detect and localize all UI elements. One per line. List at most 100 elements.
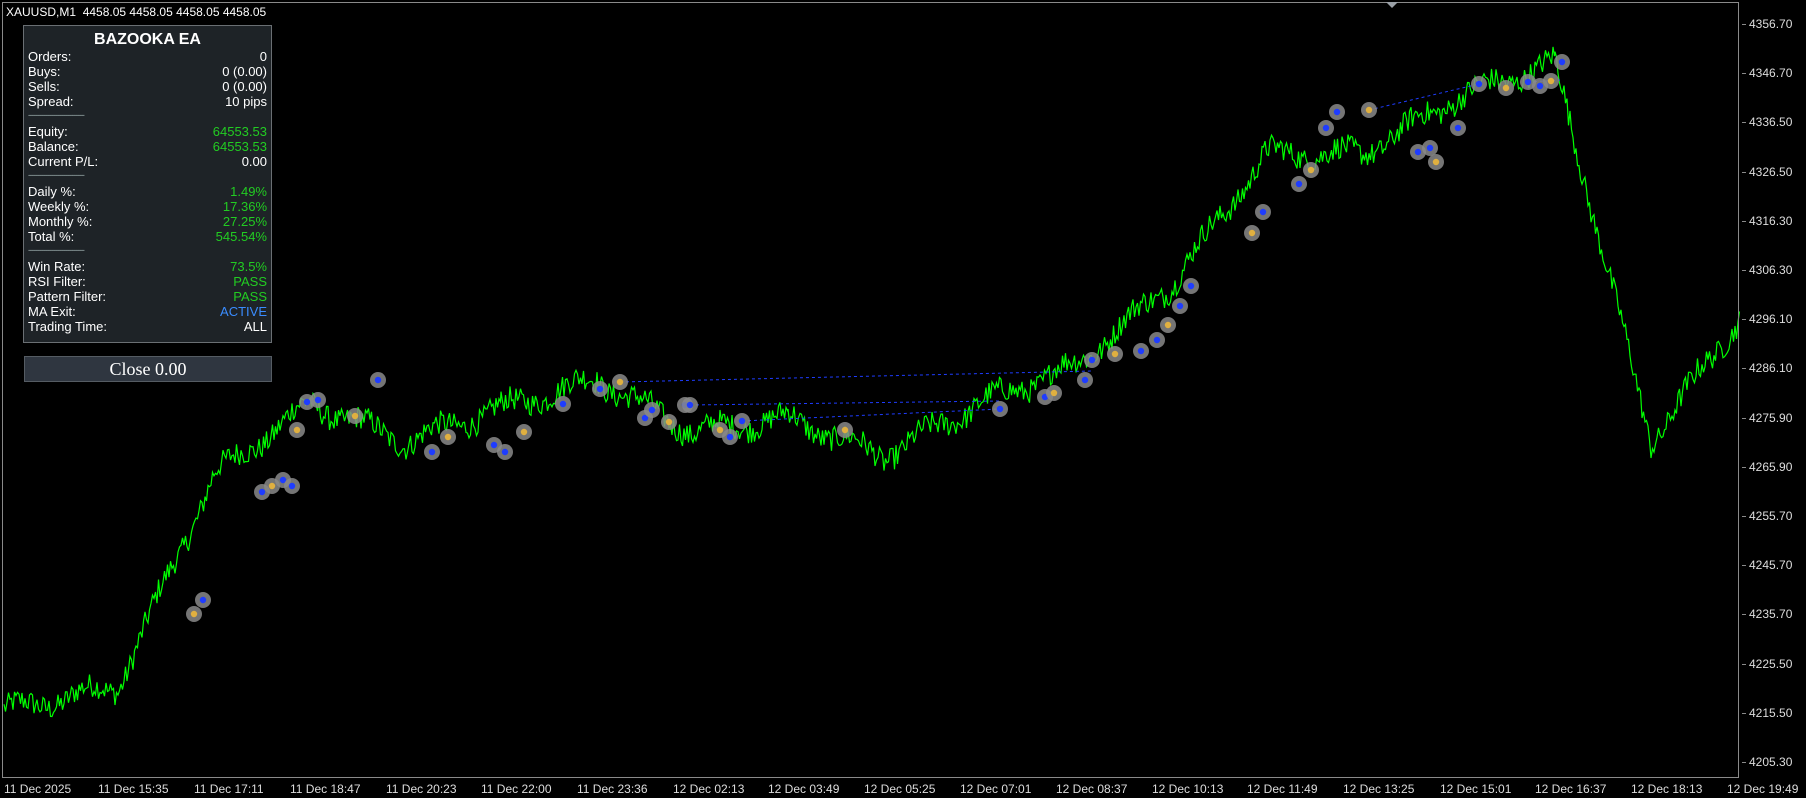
ohlc-values: 4458.05 4458.05 4458.05 4458.05 (82, 5, 267, 19)
trade-marker-icon[interactable] (195, 592, 211, 608)
trade-marker-icon[interactable] (1172, 298, 1188, 314)
trade-marker-icon[interactable] (1318, 120, 1334, 136)
chart-shift-marker[interactable] (1386, 2, 1398, 8)
price-tick-label: 4245.70 (1741, 558, 1793, 573)
time-tick-label: 11 Dec 23:36 (577, 782, 648, 796)
trade-marker-icon[interactable] (1133, 343, 1149, 359)
ea-row-label: MA Exit: (28, 304, 76, 319)
trade-marker-icon[interactable] (1450, 120, 1466, 136)
ea-row-value: 64553.53 (212, 124, 267, 139)
ea-row: MA Exit: ACTIVE (28, 304, 267, 319)
trade-marker-icon[interactable] (1428, 154, 1444, 170)
trade-marker-icon[interactable] (1303, 162, 1319, 178)
trade-marker-icon[interactable] (1329, 104, 1345, 120)
ea-row-value: 0 (0.00) (222, 64, 267, 79)
ea-row: Total %: 545.54% (28, 229, 267, 244)
ea-row: Sells: 0 (0.00) (28, 79, 267, 94)
time-tick-label: 12 Dec 08:37 (1056, 782, 1128, 796)
ea-row-value: 10 pips (225, 94, 267, 109)
trade-marker-icon[interactable] (592, 381, 608, 397)
trade-marker-icon[interactable] (289, 422, 305, 438)
ea-row-label: Pattern Filter: (28, 289, 107, 304)
close-all-button[interactable]: Close 0.00 (24, 356, 272, 382)
trade-link-line (689, 400, 1001, 406)
time-tick-label: 12 Dec 15:01 (1440, 782, 1512, 796)
trade-marker-icon[interactable] (837, 422, 853, 438)
trade-marker-icon[interactable] (1361, 102, 1377, 118)
trade-link-line (619, 370, 1093, 383)
trade-marker-icon[interactable] (661, 414, 677, 430)
ea-row-value: PASS (233, 289, 267, 304)
trade-marker-icon[interactable] (347, 408, 363, 424)
price-tick-label: 4225.50 (1741, 656, 1793, 671)
trade-marker-icon[interactable] (1543, 73, 1559, 89)
trade-marker-icon[interactable] (722, 429, 738, 445)
trade-marker-icon[interactable] (1160, 317, 1176, 333)
ea-separator: ---------------------------- (28, 110, 85, 120)
ea-row-value: 17.36% (222, 199, 267, 214)
ea-row-label: Total %: (28, 229, 75, 244)
trade-marker-icon[interactable] (1471, 76, 1487, 92)
trade-marker-icon[interactable] (1084, 352, 1100, 368)
ea-row: Win Rate: 73.5% (28, 259, 267, 274)
price-tick-label: 4275.90 (1741, 410, 1793, 425)
trade-marker-icon[interactable] (424, 444, 440, 460)
trade-marker-icon[interactable] (186, 606, 202, 622)
trade-marker-icon[interactable] (497, 444, 513, 460)
ea-row-value: 27.25% (222, 214, 267, 229)
price-tick-label: 4316.30 (1741, 213, 1793, 228)
price-tick-label: 4336.50 (1741, 115, 1793, 130)
trade-marker-icon[interactable] (370, 372, 386, 388)
ea-row-label: Daily %: (28, 184, 76, 199)
trade-marker-icon[interactable] (734, 413, 750, 429)
trade-marker-icon[interactable] (644, 402, 660, 418)
price-axis[interactable]: 4356.70 4346.70 4336.50 4326.50 4316.30 4306.… (1741, 0, 1806, 778)
ea-row: Trading Time: ALL (28, 319, 267, 334)
ea-row-value: 73.5% (230, 259, 267, 274)
trade-marker-icon[interactable] (1422, 140, 1438, 156)
trade-marker-icon[interactable] (516, 424, 532, 440)
trade-marker-icon[interactable] (612, 374, 628, 390)
trade-marker-icon[interactable] (682, 397, 698, 413)
trade-marker-icon[interactable] (310, 392, 326, 408)
time-axis[interactable]: 11 Dec 2025 11 Dec 15:35 11 Dec 17:11 11 De… (0, 778, 1806, 798)
ea-row-label: Equity: (28, 124, 68, 139)
trade-marker-icon[interactable] (1107, 346, 1123, 362)
ea-row-value: 0.00 (241, 154, 267, 169)
trade-marker-icon[interactable] (1244, 225, 1260, 241)
ea-row-value: PASS (233, 274, 267, 289)
trade-marker-icon[interactable] (1255, 204, 1271, 220)
ea-row-label: Current P/L: (28, 154, 99, 169)
ea-info-panel: BAZOOKA EA Orders: 0 Buys: 0 (0.00) Sells: 0 … (23, 25, 272, 343)
ea-row: Orders: 0 (28, 49, 267, 64)
price-tick-label: 4356.70 (1741, 17, 1793, 31)
price-tick-label: 4296.10 (1741, 312, 1793, 327)
price-tick-label: 4215.50 (1741, 705, 1793, 720)
trade-marker-icon[interactable] (440, 429, 456, 445)
trade-marker-icon[interactable] (992, 401, 1008, 417)
ea-row: Weekly %: 17.36% (28, 199, 267, 214)
trade-marker-icon[interactable] (1554, 54, 1570, 70)
ea-row-label: Balance: (28, 139, 79, 154)
ea-row-value: 64553.53 (212, 139, 267, 154)
ea-title: BAZOOKA EA (94, 31, 201, 48)
time-tick-label: 11 Dec 15:35 (98, 782, 169, 796)
price-tick-label: 4326.50 (1741, 164, 1793, 179)
ea-row-label: Spread: (28, 94, 74, 109)
time-tick-label: 12 Dec 03:49 (768, 782, 840, 796)
time-tick-label: 12 Dec 11:49 (1247, 782, 1318, 796)
time-tick-label: 11 Dec 22:00 (481, 782, 552, 796)
ea-row: Current P/L: 0.00 (28, 154, 267, 169)
trade-marker-icon[interactable] (1498, 80, 1514, 96)
trade-marker-icon[interactable] (555, 396, 571, 412)
trade-marker-icon[interactable] (1077, 372, 1093, 388)
trade-marker-icon[interactable] (1046, 385, 1062, 401)
trade-marker-icon[interactable] (284, 478, 300, 494)
trade-marker-icon[interactable] (1183, 278, 1199, 294)
ea-row-label: Orders: (28, 49, 72, 64)
time-tick-label: 11 Dec 17:11 (194, 782, 264, 796)
price-tick-label: 4205.30 (1741, 755, 1793, 769)
price-tick-label: 4286.10 (1741, 361, 1793, 376)
trade-marker-icon[interactable] (1291, 176, 1307, 192)
trade-marker-icon[interactable] (1149, 332, 1165, 348)
